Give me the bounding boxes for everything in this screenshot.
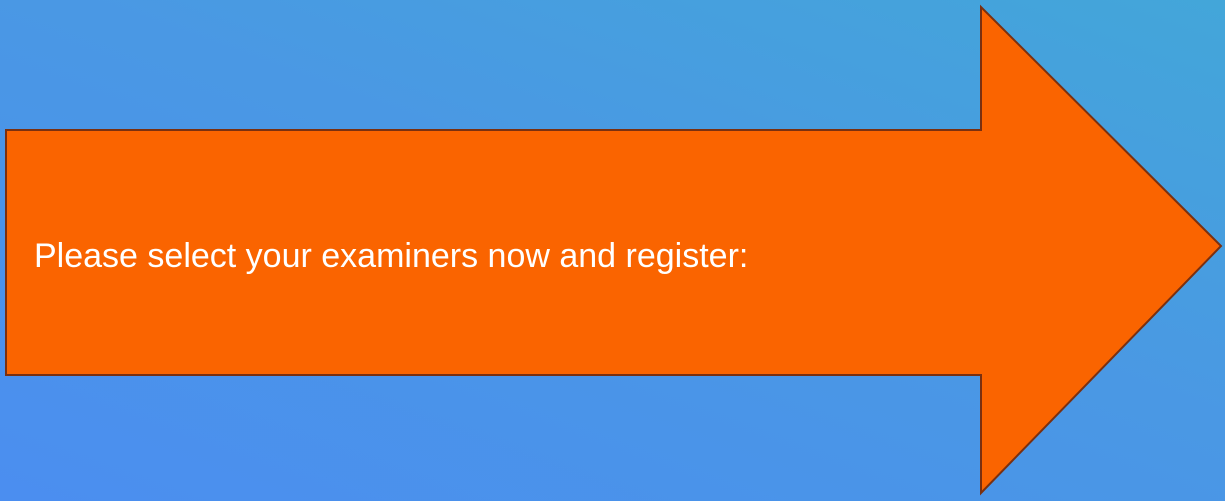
arrow-callout: Please select your examiners now and reg… — [0, 0, 1225, 501]
arrow-label: Please select your examiners now and reg… — [34, 237, 749, 275]
